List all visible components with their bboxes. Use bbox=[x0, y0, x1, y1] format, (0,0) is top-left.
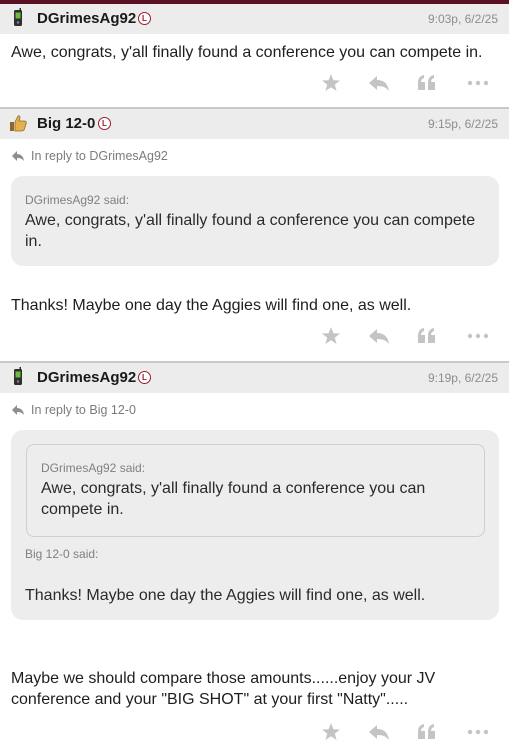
username[interactable]: DGrimesAg92 bbox=[37, 369, 136, 386]
reply-icon[interactable] bbox=[366, 719, 392, 745]
post-header: DGrimesAg92 L 9:19p, 6/2/25 bbox=[0, 363, 509, 393]
lifer-badge: L bbox=[98, 117, 111, 130]
quote-text: Awe, congrats, y'all finally found a con… bbox=[41, 480, 426, 518]
post-actions bbox=[0, 70, 509, 96]
quote-text: Awe, congrats, y'all finally found a con… bbox=[25, 212, 476, 250]
post-actions bbox=[0, 323, 509, 349]
post-header: DGrimesAg92 L 9:03p, 6/2/25 bbox=[0, 4, 509, 34]
post-body: Thanks! Maybe one day the Aggies will fi… bbox=[11, 297, 412, 314]
post-header: Big 12-0 L 9:15p, 6/2/25 bbox=[0, 109, 509, 139]
reply-to-text[interactable]: In reply to DGrimesAg92 bbox=[31, 149, 168, 163]
quote-attribution: DGrimesAg92 said: bbox=[25, 193, 130, 207]
reply-icon[interactable] bbox=[366, 323, 392, 349]
post-timestamp[interactable]: 9:19p, 6/2/25 bbox=[428, 371, 498, 385]
reply-arrow-icon bbox=[12, 151, 24, 161]
phone-icon[interactable] bbox=[8, 367, 28, 387]
post-2: Big 12-0 L 9:15p, 6/2/25 In reply to DGr… bbox=[0, 107, 509, 359]
star-icon[interactable] bbox=[318, 719, 344, 745]
quote-icon[interactable] bbox=[414, 70, 440, 96]
quote-text: Thanks! Maybe one day the Aggies will fi… bbox=[25, 587, 426, 604]
nested-quote-block: DGrimesAg92 said: Awe, congrats, y'all f… bbox=[26, 444, 485, 537]
thumbs-up-icon[interactable] bbox=[8, 113, 28, 133]
post-timestamp[interactable]: 9:03p, 6/2/25 bbox=[428, 12, 498, 26]
quote-block: DGrimesAg92 said: Awe, congrats, y'all f… bbox=[11, 176, 499, 266]
more-icon[interactable] bbox=[465, 70, 491, 96]
post-1: DGrimesAg92 L 9:03p, 6/2/25 Awe, congrat… bbox=[0, 4, 509, 104]
lifer-badge: L bbox=[138, 12, 151, 25]
star-icon[interactable] bbox=[318, 70, 344, 96]
username[interactable]: Big 12-0 bbox=[37, 115, 95, 132]
username[interactable]: DGrimesAg92 bbox=[37, 10, 136, 27]
quote-attribution: Big 12-0 said: bbox=[25, 547, 99, 561]
phone-icon[interactable] bbox=[8, 8, 28, 28]
post-body: Awe, congrats, y'all finally found a con… bbox=[11, 44, 483, 61]
quote-icon[interactable] bbox=[414, 323, 440, 349]
more-icon[interactable] bbox=[465, 719, 491, 745]
reply-to-text[interactable]: In reply to Big 12-0 bbox=[31, 403, 136, 417]
post-body: Maybe we should compare those amounts...… bbox=[11, 670, 436, 708]
post-3: DGrimesAg92 L 9:19p, 6/2/25 In reply to … bbox=[0, 361, 509, 750]
quote-block: DGrimesAg92 said: Awe, congrats, y'all f… bbox=[11, 430, 499, 620]
reply-arrow-icon bbox=[12, 405, 24, 415]
reply-icon[interactable] bbox=[366, 70, 392, 96]
quote-icon[interactable] bbox=[414, 719, 440, 745]
post-actions bbox=[0, 719, 509, 745]
star-icon[interactable] bbox=[318, 323, 344, 349]
more-icon[interactable] bbox=[465, 323, 491, 349]
lifer-badge: L bbox=[138, 371, 151, 384]
post-timestamp[interactable]: 9:15p, 6/2/25 bbox=[428, 117, 498, 131]
quote-attribution: DGrimesAg92 said: bbox=[41, 461, 146, 475]
